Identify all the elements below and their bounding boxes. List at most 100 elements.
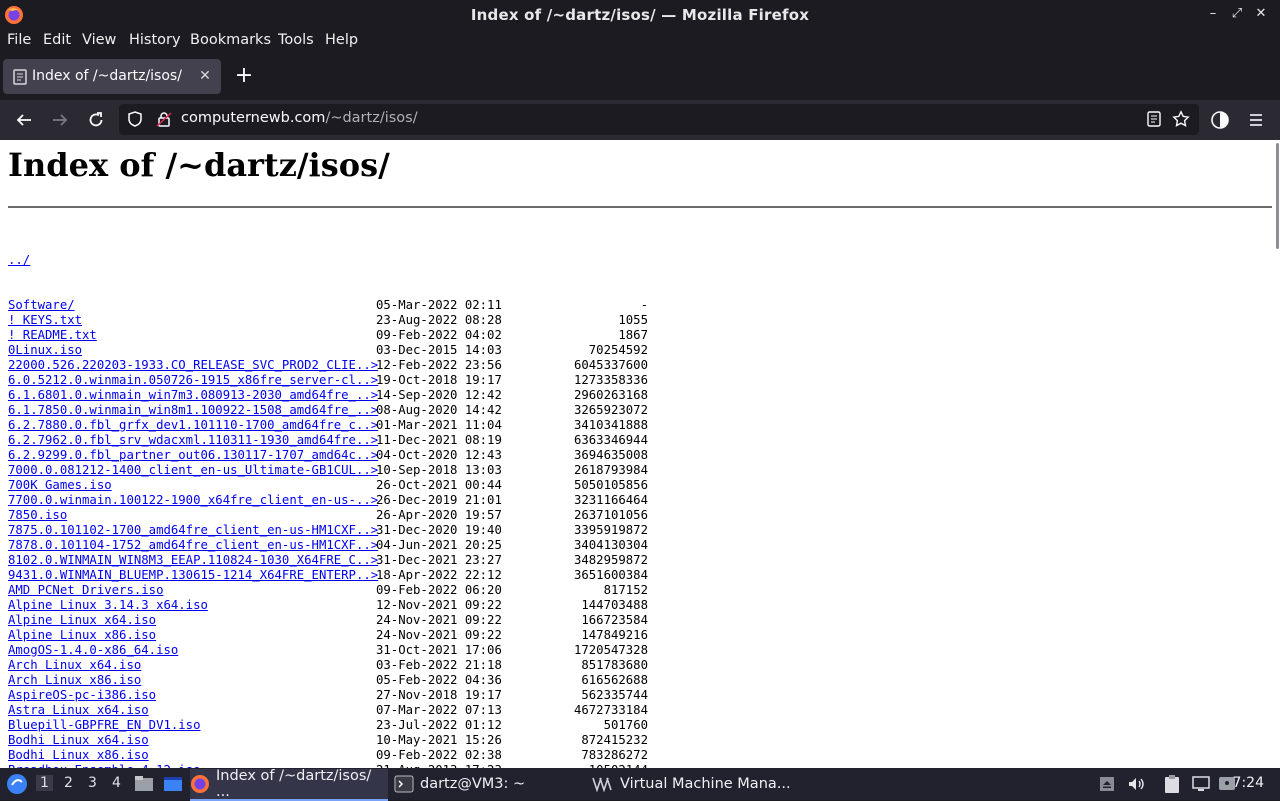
account-icon[interactable] [1209, 109, 1231, 131]
file-link[interactable]: 7700.0.winmain.100122-1900_x64fre_client… [8, 493, 378, 508]
file-link[interactable]: Bluepill-GBPFRE_EN_DV1.iso [8, 718, 201, 733]
menu-help[interactable]: Help [325, 32, 358, 48]
tracking-protection-shield-icon[interactable] [125, 109, 145, 129]
file-link[interactable]: 6.1.7850.0.winmain_win8m1.100922-1508_am… [8, 403, 378, 418]
network-icon[interactable] [1191, 768, 1211, 800]
reload-icon[interactable] [85, 109, 107, 131]
workspace-1[interactable]: 1 [36, 775, 53, 791]
menu-tools[interactable]: Tools [278, 32, 314, 48]
file-date: 01-Mar-2021 11:04 [376, 418, 502, 432]
file-link[interactable]: 700K Games.iso [8, 478, 112, 493]
volume-icon[interactable] [1127, 768, 1145, 800]
listing-row: 22000.526.220203-1933.CO_RELEASE_SVC_PRO… [8, 358, 648, 373]
taskbar-task-firefox[interactable]: Index of /~dartz/isos/ ... [190, 768, 388, 801]
file-link[interactable]: Bodhi Linux x64.iso [8, 733, 149, 748]
file-link[interactable]: Arch Linux x86.iso [8, 673, 141, 688]
file-size: 501760 [603, 718, 648, 732]
menu-history[interactable]: History [129, 32, 181, 48]
new-tab-icon[interactable]: + [233, 65, 255, 87]
file-link[interactable]: ! README.txt [8, 328, 97, 343]
taskbar-task-terminal[interactable]: dartz@VM3: ~ [394, 769, 584, 799]
tab-active[interactable]: Index of /~dartz/isos/ ✕ [3, 59, 221, 94]
directory-listing: ../ Software/05-Mar-2022 02:11-! KEYS.tx… [8, 223, 648, 768]
file-link[interactable]: 7875.0.101102-1700_amd64fre_client_en-us… [8, 523, 378, 538]
workspace-3[interactable]: 3 [88, 775, 97, 791]
listing-row: 9431.0.WINMAIN_BLUEMP.130615-1214_X64FRE… [8, 568, 648, 583]
file-link[interactable]: Arch Linux x64.iso [8, 658, 141, 673]
file-date: 09-Feb-2022 02:38 [376, 748, 502, 762]
parent-directory-link[interactable]: ../ [8, 253, 30, 268]
file-link[interactable]: Software/ [8, 298, 75, 313]
listing-row: 8102.0.WINMAIN_WIN8M3_EEAP.110824-1030_X… [8, 553, 648, 568]
bookmark-star-icon[interactable] [1171, 109, 1191, 129]
clock: 7:24 [1232, 775, 1264, 791]
close-window-icon[interactable]: ✕ [1254, 6, 1268, 21]
listing-row: 6.2.9299.0.fbl_partner_out06.130117-1707… [8, 448, 648, 463]
file-link[interactable]: AMD PCNet Drivers.iso [8, 583, 163, 598]
back-icon[interactable] [13, 109, 35, 131]
file-link[interactable]: 8102.0.WINMAIN_WIN8M3_EEAP.110824-1030_X… [8, 553, 378, 568]
menu-bookmarks[interactable]: Bookmarks [190, 32, 271, 48]
start-menu-icon[interactable] [6, 768, 28, 800]
file-link[interactable]: 0Linux.iso [8, 343, 82, 358]
file-link[interactable]: 22000.526.220203-1933.CO_RELEASE_SVC_PRO… [8, 358, 378, 373]
file-link[interactable]: Alpine Linux 3.14.3 x64.iso [8, 598, 208, 613]
file-link[interactable]: Bodhi Linux x86.iso [8, 748, 149, 763]
file-link[interactable]: 7000.0.081212-1400_client_en-us_Ultimate… [8, 463, 378, 478]
reader-view-icon[interactable] [1144, 109, 1164, 129]
listing-row: Software/05-Mar-2022 02:11 - [8, 298, 648, 313]
file-size: 1720547328 [573, 643, 648, 657]
file-size: 4672733184 [573, 703, 648, 717]
workspace-4[interactable]: 4 [112, 775, 121, 791]
show-desktop-icon[interactable] [163, 768, 183, 800]
taskbar-task-virt-manager[interactable]: Virtual Machine Mana... [592, 769, 792, 799]
file-link[interactable]: AspireOS-pc-i386.iso [8, 688, 156, 703]
menu-file[interactable]: File [7, 32, 31, 48]
file-size: 851783680 [581, 658, 648, 672]
listing-row: 6.0.5212.0.winmain.050726-1915_x86fre_se… [8, 373, 648, 388]
close-tab-icon[interactable]: ✕ [195, 66, 215, 86]
listing-row: Bluepill-GBPFRE_EN_DV1.iso 23-Jul-2022 01… [8, 718, 648, 733]
menu-view[interactable]: View [82, 32, 116, 48]
maximize-icon[interactable]: ⤢ [1230, 6, 1244, 21]
file-link[interactable]: 6.2.9299.0.fbl_partner_out06.130117-1707… [8, 448, 378, 463]
file-link[interactable]: 6.1.6801.0.winmain_win7m3.080913-2030_am… [8, 388, 378, 403]
file-date: 03-Feb-2022 21:18 [376, 658, 502, 672]
clipboard-icon[interactable] [1163, 768, 1181, 800]
file-link[interactable]: 6.2.7962.0.fbl_srv_wdacxml.110311-1930_a… [8, 433, 378, 448]
listing-row: 6.1.7850.0.winmain_win8m1.100922-1508_am… [8, 403, 648, 418]
file-link[interactable]: 7878.0.101104-1752_amd64fre_client_en-us… [8, 538, 378, 553]
file-link[interactable]: 9431.0.WINMAIN_BLUEMP.130615-1214_X64FRE… [8, 568, 378, 583]
file-link[interactable]: 6.2.7880.0.fbl_grfx_dev1.101110-1700_amd… [8, 418, 378, 433]
file-link[interactable]: Alpine Linux x86.iso [8, 628, 156, 643]
file-link[interactable]: 7850.iso [8, 508, 67, 523]
file-date: 05-Feb-2022 04:36 [376, 673, 502, 687]
listing-row: Bodhi Linux x86.iso 09-Feb-2022 02:38 7832… [8, 748, 648, 763]
task-label: Virtual Machine Mana... [620, 776, 791, 792]
file-date: 08-Aug-2020 14:42 [376, 403, 502, 417]
insecure-lock-icon[interactable] [154, 109, 174, 129]
file-size: 817152 [603, 583, 648, 597]
hamburger-menu-icon[interactable] [1245, 109, 1267, 131]
listing-row: Alpine Linux x86.iso 24-Nov-2021 09:22 147… [8, 628, 648, 643]
file-link[interactable]: AmogOS-1.4.0-x86_64.iso [8, 643, 178, 658]
eject-tray-icon[interactable] [1098, 768, 1116, 800]
file-link[interactable]: Astra Linux x64.iso [8, 703, 149, 718]
url-text[interactable]: computernewb.com/~dartz/isos/ [181, 110, 418, 126]
file-link[interactable]: Alpine Linux x64.iso [8, 613, 156, 628]
workspace-2[interactable]: 2 [64, 775, 73, 791]
file-link[interactable]: 6.0.5212.0.winmain.050726-1915_x86fre_se… [8, 373, 378, 388]
window-titlebar: Index of /~dartz/isos/ — Mozilla Firefox… [0, 0, 1280, 29]
url-bar[interactable]: computernewb.com/~dartz/isos/ [119, 104, 1199, 135]
minimize-icon[interactable]: – [1206, 6, 1220, 21]
forward-icon[interactable] [49, 109, 71, 131]
file-date: 31-Dec-2021 23:27 [376, 553, 502, 567]
file-date: 10-May-2021 15:26 [376, 733, 502, 747]
file-link[interactable]: ! KEYS.txt [8, 313, 82, 328]
parent-row: ../ [8, 253, 648, 268]
file-date: 07-Mar-2022 07:13 [376, 703, 502, 717]
file-date: 18-Apr-2022 22:12 [376, 568, 502, 582]
file-manager-icon[interactable] [134, 768, 154, 800]
scrollbar-thumb[interactable] [1276, 143, 1279, 249]
menu-edit[interactable]: Edit [43, 32, 71, 48]
